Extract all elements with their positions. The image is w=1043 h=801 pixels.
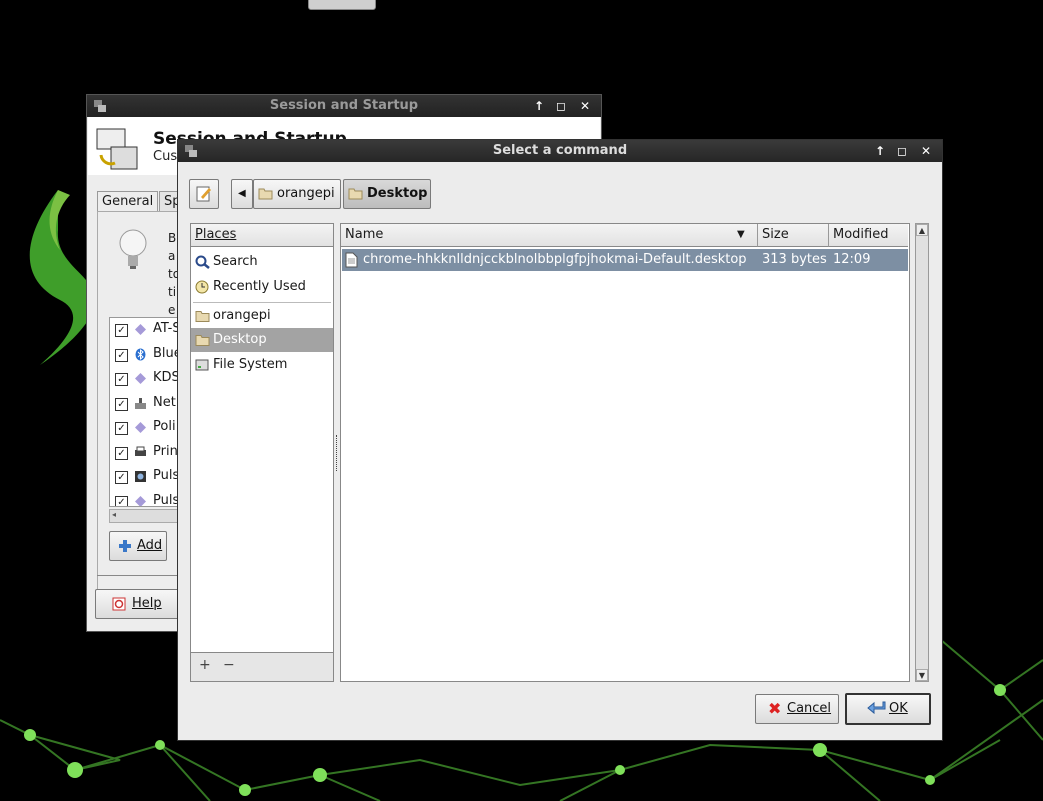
tab-general[interactable]: General [97,191,159,213]
select-command-dialog: Select a command ↑ ◻ ✕ ◀ orangepi Deskto… [177,139,943,741]
file-name: chrome-hhkknlldnjcckblnolbbplgfpjhokmai-… [363,252,747,267]
checkbox[interactable]: ✓ [115,397,128,411]
maximize-up-icon[interactable]: ↑ [872,143,888,159]
return-arrow-icon [867,701,886,715]
file-list: Name ▼ Size Modified chrome-hhkknlldnjcc… [340,223,910,682]
cancel-x-icon: ✖ [768,699,782,718]
diamond-icon [135,324,146,335]
scroll-up-icon[interactable]: ▲ [916,224,928,236]
add-place-button[interactable]: + [199,657,211,673]
checkbox[interactable]: ✓ [115,348,128,362]
places-pane: Places Search Recently Used orangepi Des… [190,223,334,655]
places-toolbar: + − [190,652,334,682]
help-icon [112,597,126,611]
dialog-title: Select a command [492,143,628,158]
diamond-icon [135,495,146,506]
checkbox[interactable]: ✓ [115,373,128,386]
folder-icon [348,188,363,200]
file-size: 313 bytes [762,252,827,267]
folder-icon [195,335,210,346]
diamond-icon [135,422,146,433]
place-file-system[interactable]: File System [191,353,333,377]
place-orangepi[interactable]: orangepi [191,304,333,328]
sort-down-icon: ▼ [737,229,745,240]
back-window-title: Session and Startup [269,98,419,113]
path-button-orangepi[interactable]: orangepi [253,179,341,209]
close-icon[interactable]: ✕ [577,98,593,114]
column-header-size[interactable]: Size [758,224,829,247]
scroll-left-icon[interactable]: ◂ [112,510,116,519]
place-recently-used[interactable]: Recently Used [191,275,333,299]
scroll-down-icon[interactable]: ▼ [916,669,928,681]
type-location-button[interactable] [189,179,219,209]
chevron-left-icon: ◀ [238,188,246,199]
speaker-icon [135,471,146,482]
vertical-scrollbar[interactable]: ▲ ▼ [915,223,929,682]
back-header-subtitle: Cus [153,149,178,164]
checkbox[interactable]: ✓ [115,422,128,435]
path-back-button[interactable]: ◀ [231,179,253,209]
ok-button[interactable]: OK [845,693,931,725]
lightbulb-icon [119,229,147,269]
places-divider [193,302,331,303]
close-icon[interactable]: ✕ [918,143,934,159]
dialog-titlebar[interactable]: Select a command ↑ ◻ ✕ [178,140,942,162]
path-button-desktop[interactable]: Desktop [343,179,431,209]
network-icon [135,397,146,409]
cancel-button[interactable]: ✖ Cancel [755,694,839,724]
checkbox[interactable]: ✓ [115,471,128,484]
diamond-icon [135,373,146,384]
printer-icon [135,446,146,456]
clock-icon [195,280,209,294]
place-desktop[interactable]: Desktop [191,328,333,352]
table-row[interactable]: chrome-hhkknlldnjcckblnolbbplgfpjhokmai-… [342,249,908,271]
remove-place-button[interactable]: − [223,657,235,673]
checkbox[interactable]: ✓ [115,495,128,506]
back-window-titlebar[interactable]: Session and Startup ↑ ◻ ✕ [87,95,601,117]
folder-icon [258,188,273,200]
edit-icon [196,186,211,202]
help-button[interactable]: Help [95,589,183,619]
checkbox[interactable]: ✓ [115,446,128,460]
drive-icon [195,359,209,371]
maximize-up-icon[interactable]: ↑ [531,98,547,114]
places-header[interactable]: Places [191,224,333,247]
bluetooth-icon [135,348,146,360]
column-header-modified[interactable]: Modified [829,224,908,247]
checkbox[interactable]: ✓ [115,324,128,337]
column-header-name[interactable]: Name ▼ [341,224,758,247]
search-icon [195,255,210,269]
file-modified: 12:09 [833,252,871,267]
restore-icon[interactable]: ◻ [553,98,569,114]
folder-icon [195,311,210,322]
place-search[interactable]: Search [191,250,333,274]
plus-icon [119,540,131,552]
session-icon [96,128,138,170]
file-icon [345,252,358,268]
restore-icon[interactable]: ◻ [894,143,910,159]
add-button[interactable]: Add [109,531,167,561]
